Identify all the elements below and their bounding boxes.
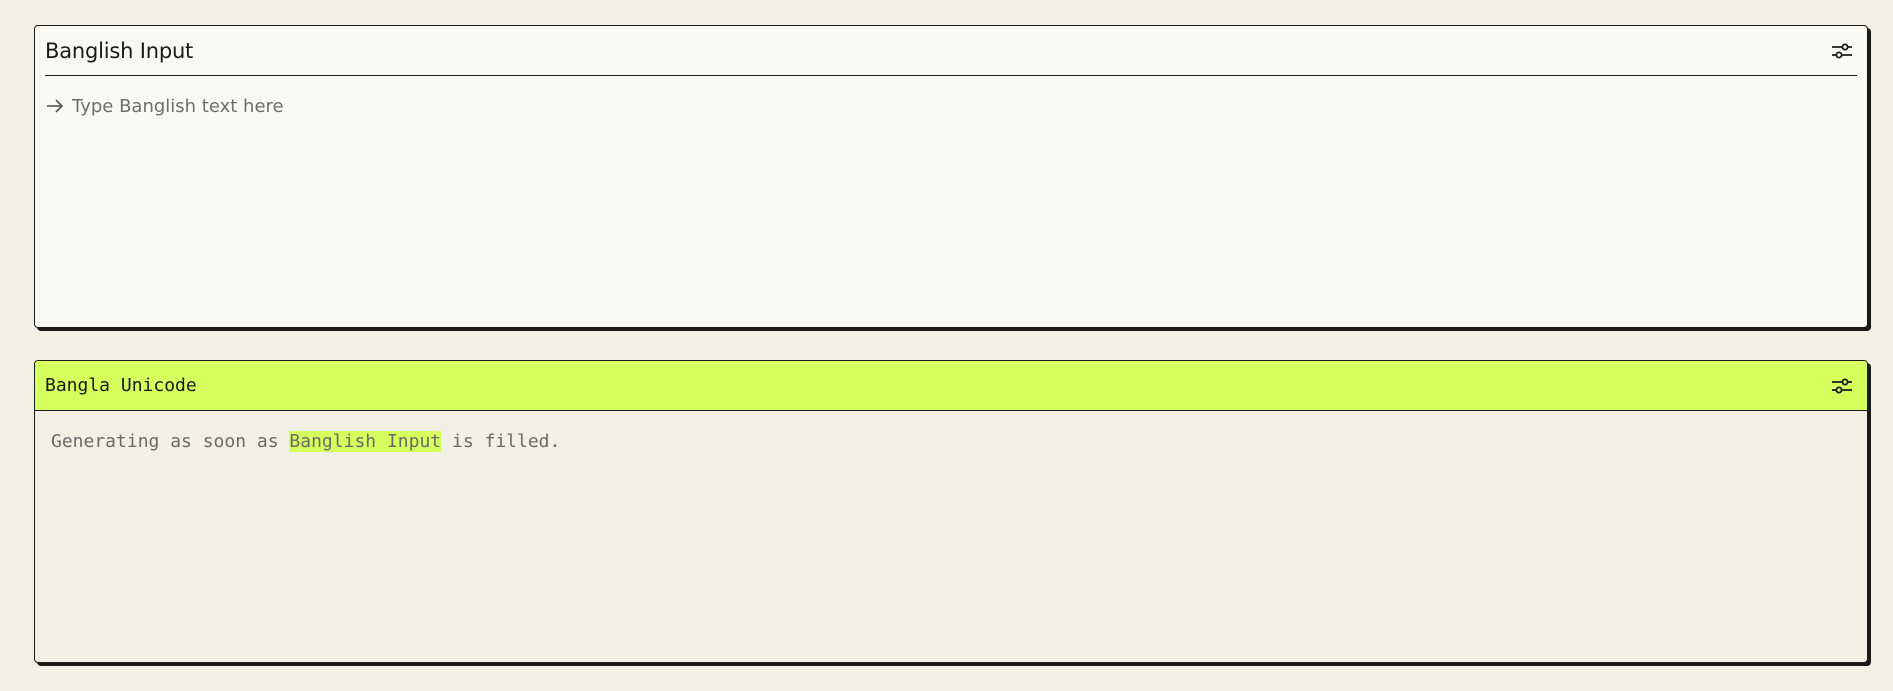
status-highlight: Banglish Input (289, 431, 442, 452)
status-prefix: Generating as soon as (51, 431, 290, 452)
output-settings-button[interactable] (1829, 373, 1855, 399)
input-settings-button[interactable] (1829, 38, 1855, 64)
arrow-right-icon (45, 95, 67, 117)
bangla-unicode-output: Generating as soon as Banglish Input is … (51, 431, 1867, 452)
banglish-text-input[interactable] (72, 94, 1857, 118)
banglish-input-header: Banglish Input (45, 26, 1857, 76)
banglish-input-panel: Banglish Input (34, 25, 1868, 328)
banglish-input-title: Banglish Input (45, 38, 194, 63)
bangla-unicode-title: Bangla Unicode (45, 375, 197, 396)
bangla-unicode-header: Bangla Unicode (35, 361, 1867, 411)
sliders-icon (1832, 43, 1852, 58)
bangla-unicode-panel: Bangla Unicode Generating as soon as Ban… (34, 360, 1868, 663)
banglish-input-row (45, 94, 1857, 118)
sliders-icon (1832, 378, 1852, 393)
status-suffix: is filled. (441, 431, 561, 452)
